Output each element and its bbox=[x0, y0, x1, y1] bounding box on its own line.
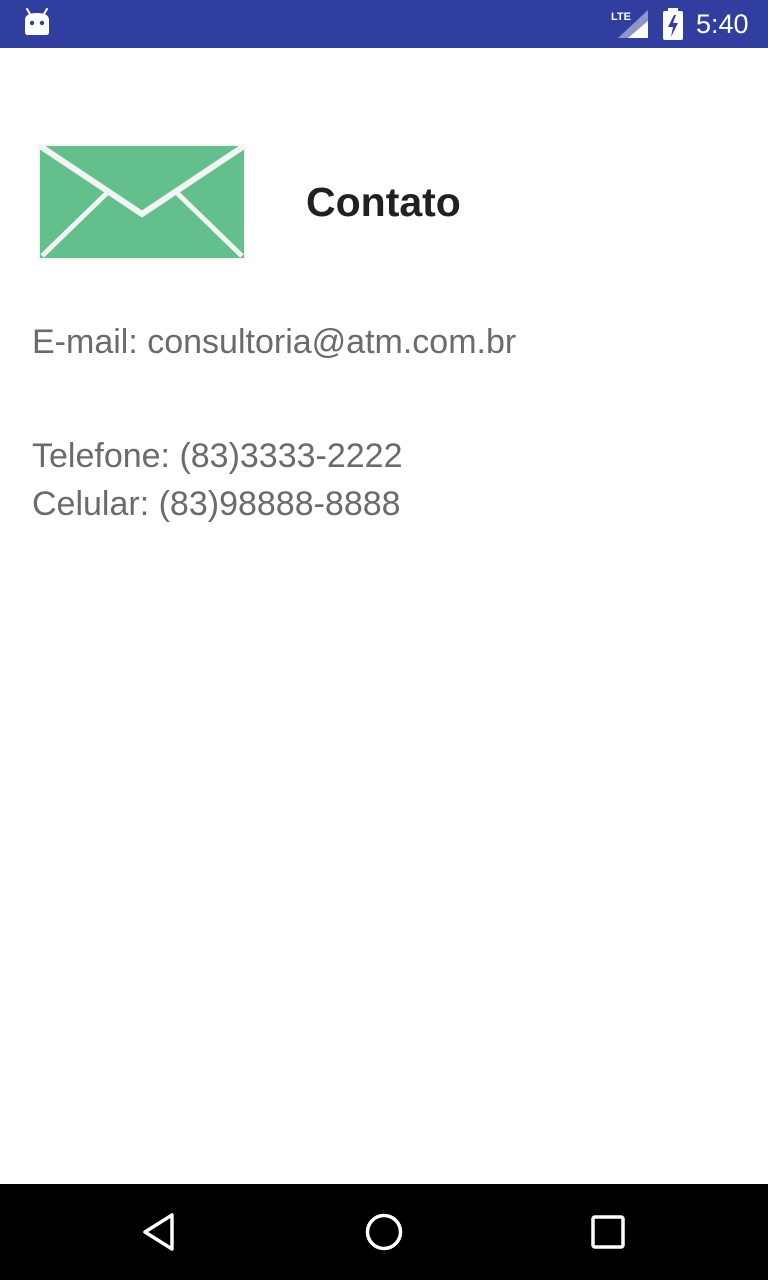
mobile-text: Celular: (83)98888-8888 bbox=[32, 485, 401, 523]
contact-screen: Contato E-mail: consultoria@atm.com.br T… bbox=[0, 48, 768, 1184]
lte-signal-icon: LTE bbox=[611, 10, 648, 38]
phone-text: Telefone: (83)3333-2222 bbox=[32, 437, 403, 475]
status-clock: 5:40 bbox=[696, 9, 749, 39]
navigation-bar bbox=[0, 1184, 768, 1280]
email-text: E-mail: consultoria@atm.com.br bbox=[32, 323, 517, 361]
status-bar: LTE 5:40 bbox=[0, 0, 768, 48]
envelope-icon bbox=[38, 144, 246, 260]
network-type-label: LTE bbox=[611, 11, 631, 23]
android-notification-icon bbox=[25, 8, 49, 35]
recents-icon[interactable] bbox=[584, 1208, 632, 1256]
battery-charging-icon bbox=[663, 8, 683, 40]
home-icon[interactable] bbox=[360, 1208, 408, 1256]
page-title: Contato bbox=[306, 179, 461, 225]
back-icon[interactable] bbox=[136, 1208, 184, 1256]
